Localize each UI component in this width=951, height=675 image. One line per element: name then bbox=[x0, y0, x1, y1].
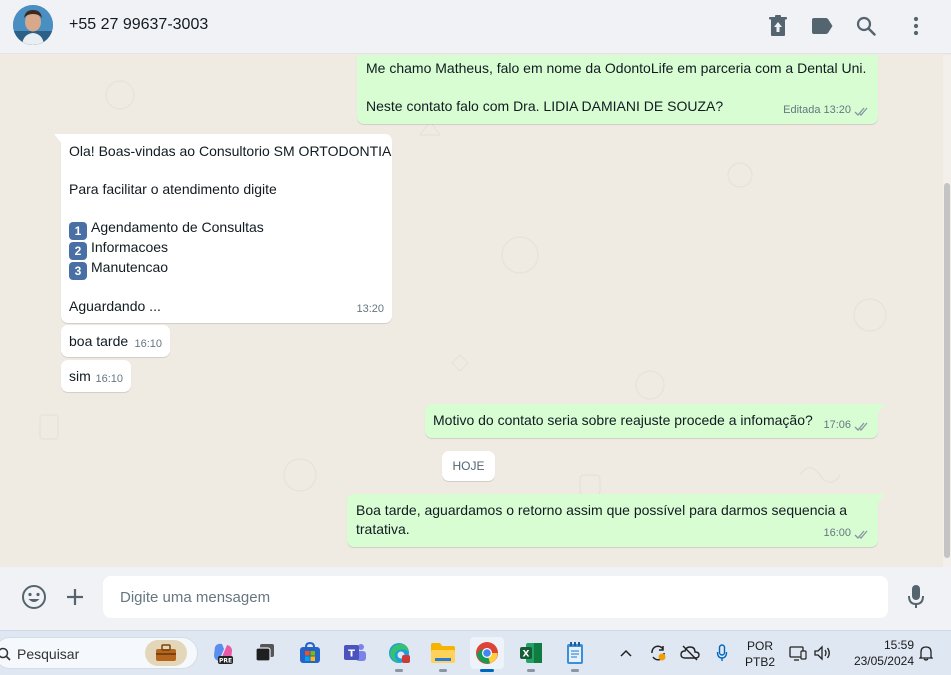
attach-plus-icon[interactable] bbox=[61, 583, 89, 611]
search-icon bbox=[0, 647, 11, 661]
language-indicator[interactable]: POR PTB2 bbox=[740, 639, 780, 670]
search-icon[interactable] bbox=[853, 13, 879, 39]
excel-app[interactable]: X bbox=[514, 637, 548, 672]
message-meta: 13:20 bbox=[356, 300, 384, 319]
message-text: Me chamo Matheus, falo em nome da Odonto… bbox=[366, 60, 867, 76]
message-meta: 17:06 bbox=[823, 416, 870, 435]
message-time: 13:20 bbox=[356, 303, 384, 315]
message-text: Aguardando ... bbox=[69, 298, 161, 314]
volume-icon[interactable] bbox=[812, 643, 832, 663]
teams-icon: T bbox=[344, 644, 366, 661]
message-incoming[interactable]: sim 16:10 bbox=[61, 360, 131, 392]
message-meta: 16:10 bbox=[95, 370, 123, 389]
sticker-pack-icon[interactable] bbox=[765, 13, 791, 39]
clock-time: 15:59 bbox=[883, 638, 914, 652]
read-ticks-icon bbox=[854, 105, 870, 116]
message-incoming[interactable]: Ola! Boas-vindas ao Consultorio SM ORTOD… bbox=[54, 134, 392, 323]
svg-text:PRE: PRE bbox=[219, 658, 232, 665]
store-icon bbox=[300, 642, 320, 663]
running-indicator bbox=[480, 669, 494, 672]
message-text: sim bbox=[69, 368, 91, 384]
running-indicator bbox=[527, 669, 535, 672]
briefcase-app[interactable] bbox=[145, 640, 187, 666]
folder-icon bbox=[431, 643, 455, 663]
message-text: Motivo do contato seria sobre reajuste p… bbox=[433, 412, 813, 428]
message-input[interactable] bbox=[103, 576, 888, 618]
network-icon[interactable] bbox=[788, 643, 808, 663]
os-taskbar: Pesquisar PRE T X POR PTB2 15:59 23/05/2… bbox=[0, 630, 951, 675]
chrome-app[interactable] bbox=[470, 637, 504, 672]
contact-name[interactable]: +55 27 99637-3003 bbox=[69, 16, 208, 34]
message-time: 16:10 bbox=[95, 373, 123, 385]
message-outgoing[interactable]: Motivo do contato seria sobre reajuste p… bbox=[425, 404, 885, 438]
taskbar-search-label: Pesquisar bbox=[17, 646, 80, 662]
read-ticks-icon bbox=[854, 420, 870, 431]
message-time: 16:00 bbox=[823, 527, 851, 539]
message-text: boa tarde bbox=[69, 333, 129, 349]
message-text: Neste contato falo com Dra. LIDIA DAMIAN… bbox=[366, 98, 724, 114]
bubble-tail bbox=[54, 134, 62, 144]
menu-option: 2 Informacoes bbox=[69, 238, 168, 260]
message-text: tratativa. bbox=[356, 521, 410, 537]
file-explorer-app[interactable] bbox=[426, 637, 460, 672]
svg-text:T: T bbox=[348, 649, 355, 660]
notepad-app[interactable] bbox=[558, 637, 592, 672]
taskbar-search[interactable]: Pesquisar bbox=[0, 637, 198, 669]
message-incoming[interactable]: boa tarde 16:10 bbox=[61, 325, 170, 357]
task-view-app[interactable] bbox=[248, 637, 282, 669]
running-indicator bbox=[439, 669, 447, 672]
running-indicator bbox=[571, 669, 579, 672]
copilot-pre-app[interactable]: PRE bbox=[206, 637, 240, 669]
sync-icon[interactable] bbox=[648, 643, 668, 663]
message-outgoing[interactable]: Boa tarde, aguardamos o retorno assim qu… bbox=[347, 494, 885, 547]
svg-text:X: X bbox=[523, 650, 530, 660]
microphone-icon[interactable] bbox=[902, 583, 930, 611]
edited-label: Editada bbox=[783, 104, 821, 116]
message-text: Ola! Boas-vindas ao Consultorio SM ORTOD… bbox=[69, 143, 392, 159]
edge-app[interactable] bbox=[382, 637, 416, 672]
day-separator: HOJE bbox=[442, 451, 495, 481]
running-indicator bbox=[395, 669, 403, 672]
message-composer bbox=[0, 567, 951, 630]
menu-option: 1 Agendamento de Consultas bbox=[69, 218, 264, 240]
clock[interactable]: 15:59 23/05/2024 bbox=[842, 638, 914, 669]
number-3-icon: 3 bbox=[69, 262, 87, 280]
menu-option: 3 Manutencao bbox=[69, 258, 168, 280]
message-meta: 16:10 bbox=[134, 335, 162, 354]
read-ticks-icon bbox=[854, 528, 870, 539]
chat-scrollbar-thumb[interactable] bbox=[944, 183, 950, 558]
chat-header: +55 27 99637-3003 bbox=[0, 0, 951, 54]
contact-avatar[interactable] bbox=[13, 5, 53, 45]
cloud-offline-icon[interactable] bbox=[680, 643, 700, 663]
label-icon[interactable] bbox=[809, 13, 835, 39]
store-app[interactable] bbox=[293, 637, 327, 669]
menu-icon[interactable] bbox=[903, 13, 929, 39]
message-time: 13:20 bbox=[823, 104, 851, 116]
message-outgoing[interactable]: Me chamo Matheus, falo em nome da Odonto… bbox=[357, 55, 878, 124]
chrome-icon bbox=[476, 642, 498, 664]
bubble-tail bbox=[877, 494, 885, 504]
message-text: Para facilitar o atendimento digite bbox=[69, 181, 277, 197]
excel-icon: X bbox=[520, 643, 542, 663]
edge-icon bbox=[389, 643, 410, 663]
copilot-icon: PRE bbox=[214, 643, 233, 665]
chevron-up-icon[interactable] bbox=[616, 643, 636, 663]
message-meta: Editada 13:20 bbox=[783, 101, 870, 120]
message-time: 16:10 bbox=[134, 338, 162, 350]
emoji-icon[interactable] bbox=[20, 583, 48, 611]
microphone-tray-icon[interactable] bbox=[712, 643, 732, 663]
notepad-icon bbox=[567, 642, 583, 664]
message-meta: 16:00 bbox=[823, 524, 870, 543]
notification-bell-icon[interactable] bbox=[916, 643, 936, 663]
task-view-icon bbox=[255, 644, 274, 662]
message-time: 17:06 bbox=[823, 419, 851, 431]
bubble-tail bbox=[877, 404, 885, 414]
message-text: Boa tarde, aguardamos o retorno assim qu… bbox=[356, 502, 848, 518]
clock-date: 23/05/2024 bbox=[853, 654, 914, 668]
briefcase-icon bbox=[156, 644, 176, 661]
teams-app[interactable]: T bbox=[338, 637, 372, 669]
